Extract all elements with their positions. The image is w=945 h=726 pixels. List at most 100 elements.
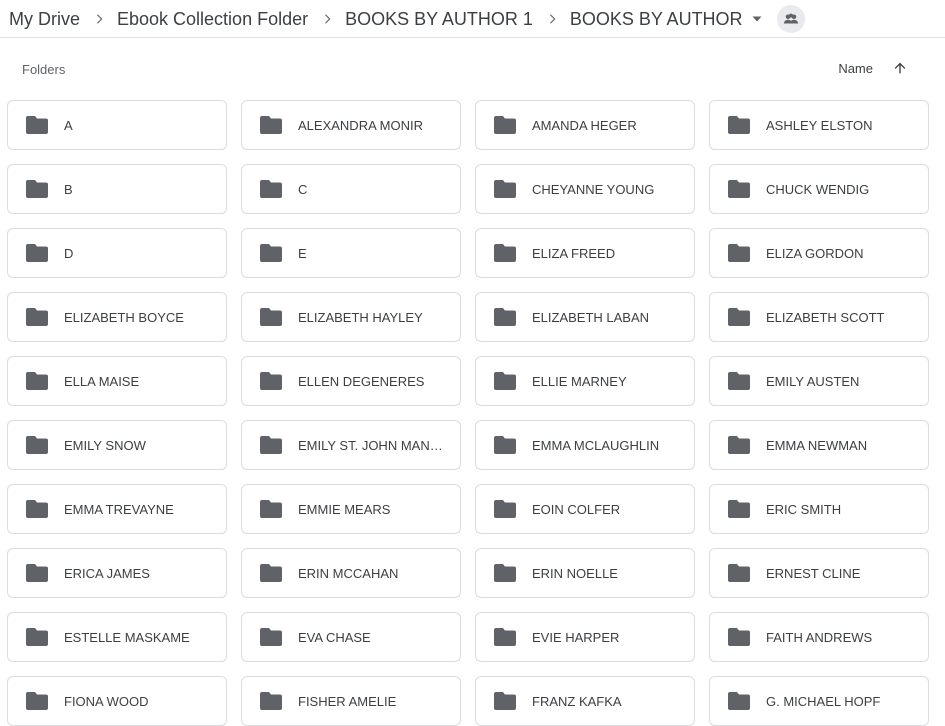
- folder-item[interactable]: C: [241, 164, 461, 214]
- folder-item[interactable]: ELLEN DEGENERES: [241, 356, 461, 406]
- folder-item[interactable]: ELIZABETH LABAN: [475, 292, 695, 342]
- folder-icon: [260, 692, 282, 710]
- folder-icon: [26, 436, 48, 454]
- folder-name: ESTELLE MASKAME: [64, 629, 190, 645]
- folder-name: EOIN COLFER: [532, 501, 621, 517]
- folder-name: C: [298, 181, 308, 197]
- folder-icon: [26, 180, 48, 198]
- folder-item[interactable]: ELLIE MARNEY: [475, 356, 695, 406]
- folder-item[interactable]: ERICA JAMES: [7, 548, 227, 598]
- folder-icon: [728, 564, 750, 582]
- folder-item[interactable]: ERIN MCCAHAN: [241, 548, 461, 598]
- folder-name: ELLA MAISE: [64, 373, 140, 389]
- folder-item[interactable]: ELIZABETH HAYLEY: [241, 292, 461, 342]
- folder-item[interactable]: A: [7, 100, 227, 150]
- folder-item[interactable]: B: [7, 164, 227, 214]
- folder-name: ELIZABETH LABAN: [532, 309, 650, 325]
- folder-item[interactable]: EMMA NEWMAN: [709, 420, 929, 470]
- folder-icon: [728, 500, 750, 518]
- folder-icon: [728, 116, 750, 134]
- folder-name: ASHLEY ELSTON: [766, 117, 873, 133]
- folder-item[interactable]: D: [7, 228, 227, 278]
- folder-name: EVA CHASE: [298, 629, 371, 645]
- folder-name: EVIE HARPER: [532, 629, 620, 645]
- folder-icon: [494, 564, 516, 582]
- folder-icon: [26, 372, 48, 390]
- folder-item[interactable]: ASHLEY ELSTON: [709, 100, 929, 150]
- folder-name: FRANZ KAFKA: [532, 693, 622, 709]
- breadcrumb-books-by-author-1[interactable]: BOOKS BY AUTHOR 1: [336, 5, 533, 33]
- caret-down-icon[interactable]: [747, 5, 767, 33]
- folder-icon: [494, 180, 516, 198]
- folder-item[interactable]: ERNEST CLINE: [709, 548, 929, 598]
- folder-name: B: [64, 181, 73, 197]
- folder-item[interactable]: ELIZA FREED: [475, 228, 695, 278]
- folder-item[interactable]: ELIZABETH BOYCE: [7, 292, 227, 342]
- folder-item[interactable]: ELIZA GORDON: [709, 228, 929, 278]
- folder-item[interactable]: EOIN COLFER: [475, 484, 695, 534]
- folder-icon: [26, 628, 48, 646]
- folder-icon: [260, 180, 282, 198]
- folder-item[interactable]: EMMA MCLAUGHLIN: [475, 420, 695, 470]
- shared-people-icon[interactable]: [776, 4, 805, 33]
- breadcrumb-ebook-collection[interactable]: Ebook Collection Folder: [108, 5, 308, 33]
- folder-icon: [494, 308, 516, 326]
- breadcrumb-my-drive[interactable]: My Drive: [0, 5, 80, 33]
- folder-icon: [26, 692, 48, 710]
- folder-icon: [494, 692, 516, 710]
- folder-icon: [728, 372, 750, 390]
- folder-name: CHUCK WENDIG: [766, 181, 870, 197]
- folder-icon: [260, 244, 282, 262]
- folder-name: ELIZABETH HAYLEY: [298, 309, 423, 325]
- folder-item[interactable]: ALEXANDRA MONIR: [241, 100, 461, 150]
- folder-item[interactable]: EMILY AUSTEN: [709, 356, 929, 406]
- folder-name: EMILY SNOW: [64, 437, 146, 453]
- folder-item[interactable]: CHEYANNE YOUNG: [475, 164, 695, 214]
- folder-item[interactable]: G. MICHAEL HOPF: [709, 676, 929, 726]
- folder-item[interactable]: ELLA MAISE: [7, 356, 227, 406]
- folder-item[interactable]: EMILY ST. JOHN MAND...: [241, 420, 461, 470]
- folder-item[interactable]: E: [241, 228, 461, 278]
- folder-icon: [260, 436, 282, 454]
- folder-item[interactable]: FIONA WOOD: [7, 676, 227, 726]
- folder-name: E: [298, 245, 307, 261]
- sort-by-name-button[interactable]: Name: [838, 61, 873, 76]
- folder-item[interactable]: AMANDA HEGER: [475, 100, 695, 150]
- folder-icon: [260, 500, 282, 518]
- folder-name: FISHER AMELIE: [298, 693, 397, 709]
- folder-item[interactable]: EMMA TREVAYNE: [7, 484, 227, 534]
- folder-item[interactable]: FISHER AMELIE: [241, 676, 461, 726]
- folder-item[interactable]: EMILY SNOW: [7, 420, 227, 470]
- folder-name: ERNEST CLINE: [766, 565, 861, 581]
- folder-item[interactable]: ELIZABETH SCOTT: [709, 292, 929, 342]
- folder-name: EMILY ST. JOHN MAND...: [298, 437, 448, 453]
- breadcrumb-current-folder[interactable]: BOOKS BY AUTHOR: [561, 5, 743, 33]
- folder-icon: [494, 244, 516, 262]
- folder-item[interactable]: ESTELLE MASKAME: [7, 612, 227, 662]
- folder-item[interactable]: ERIC SMITH: [709, 484, 929, 534]
- folder-icon: [728, 244, 750, 262]
- folder-item[interactable]: FRANZ KAFKA: [475, 676, 695, 726]
- folder-name: EMMA NEWMAN: [766, 437, 868, 453]
- arrow-up-icon[interactable]: [891, 59, 909, 77]
- folder-icon: [26, 308, 48, 326]
- folder-name: ELLEN DEGENERES: [298, 373, 425, 389]
- folder-item[interactable]: FAITH ANDREWS: [709, 612, 929, 662]
- folder-item[interactable]: ERIN NOELLE: [475, 548, 695, 598]
- folder-name: D: [64, 245, 74, 261]
- folder-item[interactable]: EVA CHASE: [241, 612, 461, 662]
- folder-item[interactable]: CHUCK WENDIG: [709, 164, 929, 214]
- folder-grid: A ALEXANDRA MONIR AMANDA HEGER ASHLEY EL…: [7, 100, 929, 726]
- folder-name: A: [64, 117, 73, 133]
- folder-name: FIONA WOOD: [64, 693, 149, 709]
- folder-item[interactable]: EMMIE MEARS: [241, 484, 461, 534]
- folder-name: ELIZABETH SCOTT: [766, 309, 885, 325]
- folder-name: EMMA MCLAUGHLIN: [532, 437, 660, 453]
- folder-icon: [260, 372, 282, 390]
- folder-item[interactable]: EVIE HARPER: [475, 612, 695, 662]
- folder-icon: [26, 244, 48, 262]
- folder-name: EMILY AUSTEN: [766, 373, 860, 389]
- folders-section-label: Folders: [22, 62, 66, 77]
- folder-name: ERIC SMITH: [766, 501, 842, 517]
- folder-icon: [260, 116, 282, 134]
